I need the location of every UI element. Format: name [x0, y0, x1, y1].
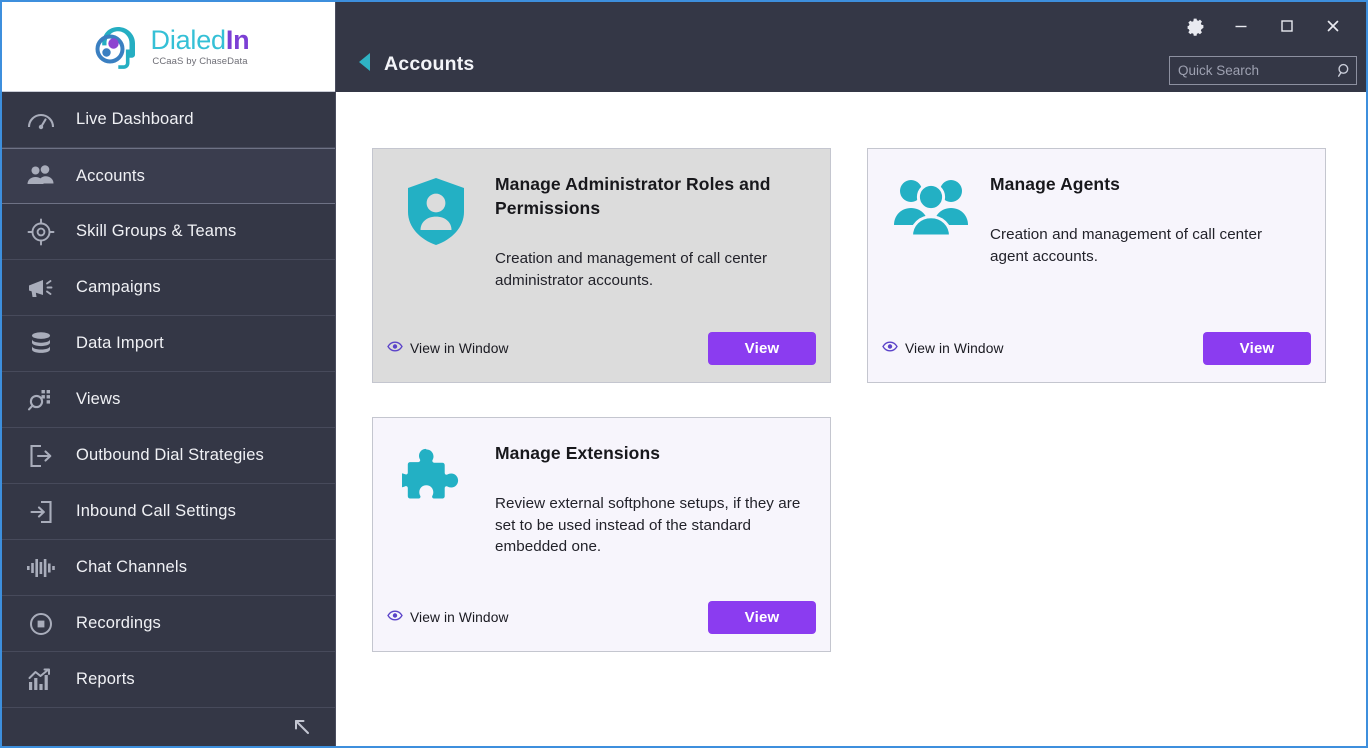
view-in-window-label: View in Window — [905, 340, 1004, 356]
card-title: Manage Extensions — [495, 443, 661, 463]
quick-search — [1169, 56, 1357, 85]
sidebar-item-chat-channels[interactable]: Chat Channels — [2, 540, 335, 596]
sidebar-item-views[interactable]: Views — [2, 372, 335, 428]
card-manage-extensions[interactable]: Manage Extensions Review external softph… — [372, 417, 831, 652]
view-in-window-link[interactable]: View in Window — [387, 608, 509, 626]
sidebar-item-label: Reports — [76, 670, 135, 688]
card-grid: Manage Administrator Roles and Permissio… — [372, 148, 1332, 652]
sidebar-item-campaigns[interactable]: Campaigns — [2, 260, 335, 316]
search-icon[interactable] — [1334, 57, 1356, 84]
waveform-icon — [24, 551, 58, 585]
chart-up-icon — [24, 663, 58, 697]
maximize-icon — [1278, 17, 1296, 35]
minimize-icon — [1232, 17, 1250, 35]
brand-tagline: CCaaS by ChaseData — [152, 55, 248, 67]
main-area: Accounts Quick Search Manage Administrat… — [336, 2, 1366, 746]
gear-icon — [1186, 17, 1205, 36]
people-icon — [24, 159, 58, 193]
brand-logo: DialedIn CCaaS by ChaseData — [2, 2, 335, 92]
page-title: Accounts — [384, 53, 475, 75]
breadcrumb: Accounts — [358, 52, 474, 77]
brand-name-part2: In — [225, 25, 250, 56]
target-icon — [24, 215, 58, 249]
dialedin-headset-icon — [88, 19, 144, 75]
database-icon — [24, 327, 58, 361]
card-description: Creation and management of call center a… — [990, 225, 1263, 265]
close-icon — [1324, 17, 1342, 35]
sidebar-item-label: Chat Channels — [76, 558, 188, 576]
view-in-window-link[interactable]: View in Window — [882, 339, 1004, 357]
eye-icon — [387, 608, 403, 626]
brand-name-part1: Dialed — [150, 25, 227, 56]
sidebar-item-label: Outbound Dial Strategies — [76, 446, 264, 464]
megaphone-icon — [24, 271, 58, 305]
magnifier-grid-icon — [24, 383, 58, 417]
window-controls — [1172, 10, 1356, 42]
sidebar-item-outbound-dial-strategies[interactable]: Outbound Dial Strategies — [2, 428, 335, 484]
shield-person-icon — [395, 171, 477, 320]
application-window: DialedIn CCaaS by ChaseData Live Dashboa… — [0, 0, 1368, 748]
view-button[interactable]: View — [708, 600, 816, 634]
sidebar-item-inbound-call-settings[interactable]: Inbound Call Settings — [2, 484, 335, 540]
content-area: Manage Administrator Roles and Permissio… — [336, 92, 1366, 746]
brand-name: DialedIn — [151, 26, 250, 54]
view-button[interactable]: View — [1203, 331, 1311, 365]
maximize-button[interactable] — [1264, 10, 1310, 42]
sidebar: DialedIn CCaaS by ChaseData Live Dashboa… — [2, 2, 336, 746]
sidebar-item-label: Inbound Call Settings — [76, 502, 237, 520]
view-button[interactable]: View — [708, 331, 816, 365]
sidebar-item-reports[interactable]: Reports — [2, 652, 335, 708]
close-button[interactable] — [1310, 10, 1356, 42]
sidebar-nav: Live Dashboard Accounts Skill Groups & T… — [2, 92, 335, 746]
sidebar-item-label: Skill Groups & Teams — [76, 222, 237, 240]
arrow-out-icon — [24, 439, 58, 473]
record-icon — [24, 607, 58, 641]
gauge-icon — [24, 103, 58, 137]
sidebar-item-recordings[interactable]: Recordings — [2, 596, 335, 652]
eye-icon — [882, 339, 898, 357]
sidebar-item-label: Data Import — [76, 334, 164, 352]
search-input[interactable] — [1170, 57, 1334, 84]
settings-button[interactable] — [1172, 10, 1218, 42]
back-arrow-icon[interactable] — [358, 52, 371, 77]
puzzle-piece-icon — [395, 440, 477, 589]
sidebar-item-accounts[interactable]: Accounts — [2, 148, 335, 204]
card-manage-agents[interactable]: Manage Agents Creation and management of… — [867, 148, 1326, 383]
view-in-window-link[interactable]: View in Window — [387, 339, 509, 357]
people-group-icon — [890, 171, 972, 320]
card-title: Manage Agents — [990, 174, 1120, 194]
sidebar-item-label: Recordings — [76, 614, 161, 632]
card-description: Creation and management of call center a… — [495, 249, 768, 289]
view-in-window-label: View in Window — [410, 340, 509, 356]
sidebar-item-label: Views — [76, 390, 121, 408]
titlebar: Accounts — [336, 2, 1366, 92]
sidebar-item-data-import[interactable]: Data Import — [2, 316, 335, 372]
sidebar-item-label: Campaigns — [76, 278, 161, 296]
sidebar-item-skill-groups-teams[interactable]: Skill Groups & Teams — [2, 204, 335, 260]
sidebar-item-label: Accounts — [76, 166, 146, 185]
arrow-in-icon — [24, 495, 58, 529]
view-in-window-label: View in Window — [410, 609, 509, 625]
sidebar-item-label: Live Dashboard — [76, 110, 194, 128]
minimize-button[interactable] — [1218, 10, 1264, 42]
sidebar-item-live-dashboard[interactable]: Live Dashboard — [2, 92, 335, 148]
sidebar-collapse-row — [2, 708, 335, 746]
collapse-arrow-icon[interactable] — [291, 716, 313, 743]
eye-icon — [387, 339, 403, 357]
card-description: Review external softphone setups, if the… — [495, 494, 801, 556]
card-title: Manage Administrator Roles and Permissio… — [495, 174, 771, 218]
card-manage-administrator-roles[interactable]: Manage Administrator Roles and Permissio… — [372, 148, 831, 383]
